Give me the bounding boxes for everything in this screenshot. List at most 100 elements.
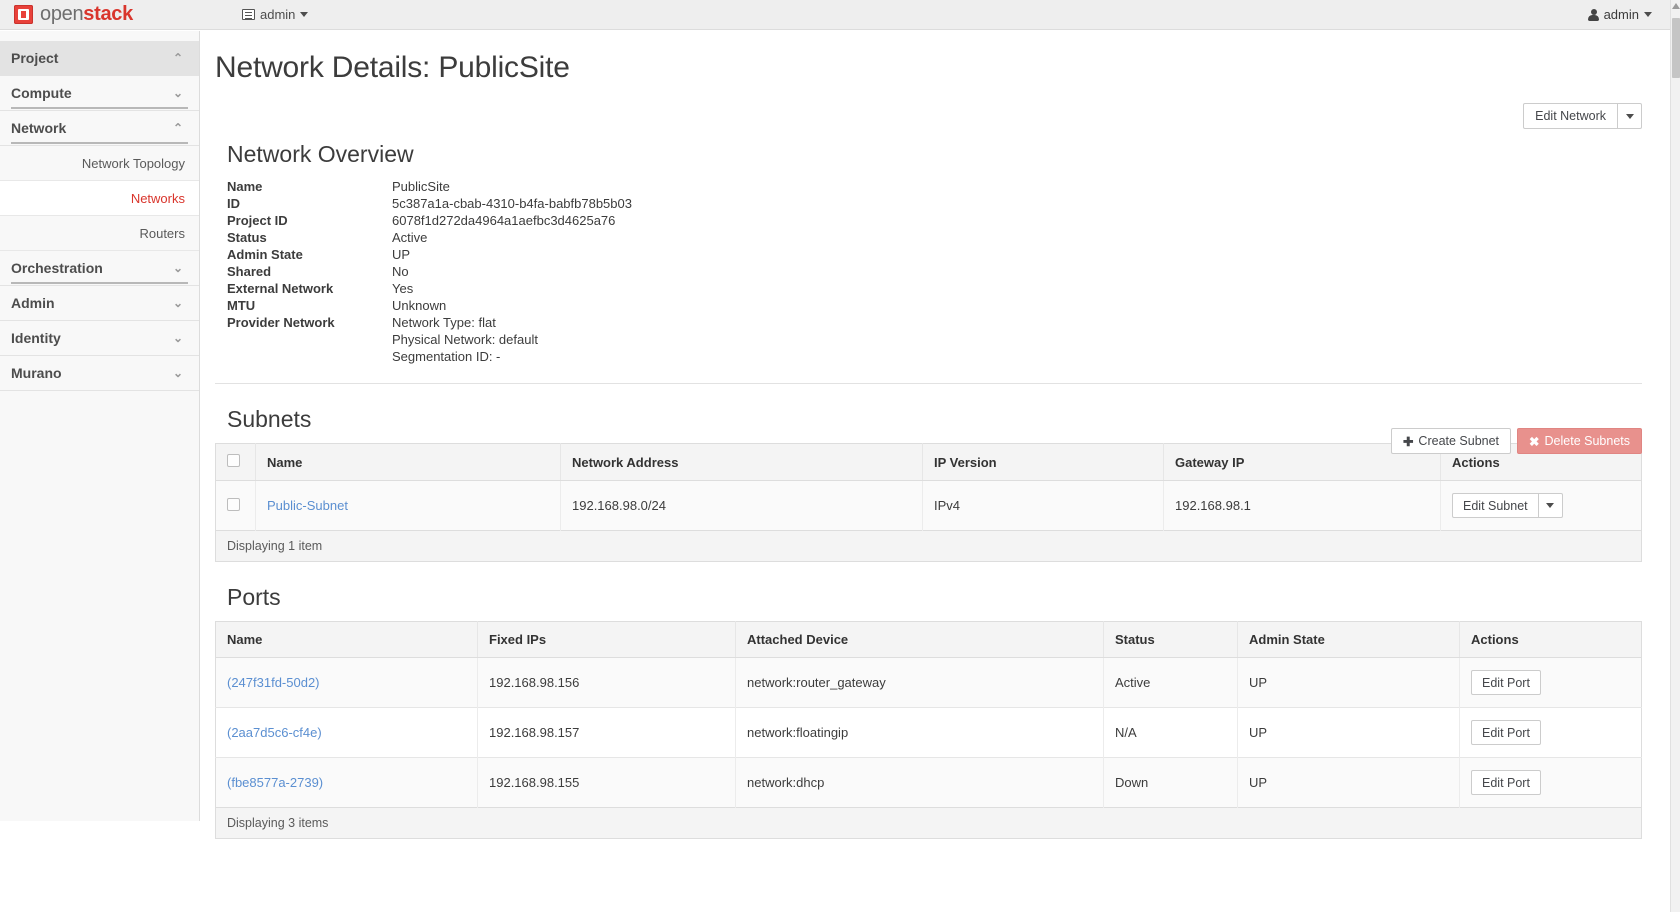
chevron-down-icon: [1644, 12, 1652, 17]
overview-value: UP: [392, 247, 411, 262]
port-link[interactable]: (247f31fd-50d2): [227, 675, 320, 690]
sidebar-item-identity[interactable]: Identity ⌄: [0, 321, 199, 356]
overview-value: Unknown: [392, 298, 447, 313]
chevron-down-icon: [1625, 113, 1634, 119]
cell-port-name: (fbe8577a-2739): [215, 757, 478, 808]
project-switcher-label: admin: [260, 7, 296, 22]
column-header-attached-device[interactable]: Attached Device: [735, 621, 1104, 658]
cell-admin-state: UP: [1237, 657, 1460, 708]
table-row: (247f31fd-50d2) 192.168.98.156 network:r…: [215, 657, 1642, 708]
edit-port-button[interactable]: Edit Port: [1471, 670, 1541, 695]
sidebar-item-label: Orchestration: [11, 260, 103, 276]
cell-fixed-ips: 192.168.98.155: [477, 757, 736, 808]
edit-subnet-button[interactable]: Edit Subnet: [1452, 493, 1539, 518]
page-scrollbar[interactable]: [1670, 0, 1680, 912]
user-icon: [1587, 8, 1599, 21]
overview-value: Segmentation ID: -: [392, 349, 501, 364]
ports-heading: Ports: [227, 584, 281, 610]
subnet-link[interactable]: Public-Subnet: [267, 498, 348, 513]
edit-network-dropdown-toggle[interactable]: [1618, 103, 1642, 129]
edit-network-button[interactable]: Edit Network: [1523, 103, 1618, 129]
sidebar-item-networks[interactable]: Networks: [0, 181, 199, 216]
sidebar-item-orchestration[interactable]: Orchestration ⌄: [0, 251, 199, 286]
edit-port-button[interactable]: Edit Port: [1471, 720, 1541, 745]
chevron-down-icon: ⌄: [172, 366, 183, 380]
overview-value: Active: [392, 230, 428, 245]
cell-network-address: 192.168.98.0/24: [560, 480, 923, 531]
cell-fixed-ips: 192.168.98.157: [477, 707, 736, 758]
port-link[interactable]: (fbe8577a-2739): [227, 775, 323, 790]
create-subnet-button[interactable]: ✚ Create Subnet: [1390, 428, 1512, 454]
sidebar-item-routers[interactable]: Routers: [0, 216, 199, 251]
ports-table: Name Fixed IPs Attached Device Status Ad…: [215, 621, 1642, 808]
column-header-ip-version[interactable]: IP Version: [922, 443, 1164, 481]
overview-key: Name: [227, 179, 263, 194]
overview-key: Project ID: [227, 213, 288, 228]
sidebar-item-murano[interactable]: Murano ⌄: [0, 356, 199, 391]
times-icon: ✖: [1529, 434, 1540, 449]
page-actions: Edit Network: [215, 103, 1642, 129]
column-header-fixed-ips[interactable]: Fixed IPs: [477, 621, 736, 658]
brand-open-text: open: [40, 3, 84, 25]
sidebar-item-label: Network: [11, 120, 67, 136]
cell-status: Active: [1103, 657, 1238, 708]
chevron-down-icon: [1546, 503, 1555, 508]
user-menu[interactable]: admin: [1587, 7, 1652, 22]
ports-table-footer: Displaying 3 items: [215, 808, 1642, 839]
main-content: Network Details: PublicSite Edit Network…: [201, 31, 1670, 912]
openstack-logo[interactable]: openstack: [14, 3, 184, 26]
cell-fixed-ips: 192.168.98.156: [477, 657, 736, 708]
openstack-mark-icon: [14, 5, 33, 24]
delete-subnets-label: Delete Subnets: [1544, 434, 1630, 448]
column-header-name[interactable]: Name: [255, 443, 561, 481]
cell-admin-state: UP: [1237, 757, 1460, 808]
row-checkbox[interactable]: [227, 497, 240, 511]
chevron-down-icon: ⌄: [172, 296, 183, 310]
cell-actions: Edit Port: [1459, 707, 1642, 758]
cell-gateway-ip: 192.168.98.1: [1163, 480, 1441, 531]
sidebar-item-admin[interactable]: Admin ⌄: [0, 286, 199, 321]
edit-port-button[interactable]: Edit Port: [1471, 770, 1541, 795]
select-all-checkbox[interactable]: [227, 454, 240, 467]
create-subnet-label: Create Subnet: [1418, 434, 1500, 448]
brand-stack-text: stack: [83, 3, 133, 25]
column-header-network-address[interactable]: Network Address: [560, 443, 923, 481]
project-switcher[interactable]: admin: [242, 7, 309, 22]
sidebar-item-label: Compute: [11, 85, 72, 101]
overview-key: External Network: [227, 281, 334, 296]
port-link[interactable]: (2aa7d5c6-cf4e): [227, 725, 322, 740]
edit-subnet-dropdown-toggle[interactable]: [1538, 493, 1563, 518]
overview-key: MTU: [227, 298, 256, 313]
section-divider: [215, 383, 1642, 384]
cell-actions: Edit Port: [1459, 757, 1642, 808]
table-row: (2aa7d5c6-cf4e) 192.168.98.157 network:f…: [215, 707, 1642, 758]
scroll-up-arrow-icon[interactable]: [1672, 3, 1680, 9]
column-header-admin-state[interactable]: Admin State: [1237, 621, 1460, 658]
chevron-down-icon: ⌄: [172, 86, 183, 100]
cell-port-name: (247f31fd-50d2): [215, 657, 478, 708]
subnets-table-footer: Displaying 1 item: [215, 531, 1642, 562]
sidebar-item-label: Admin: [11, 295, 55, 311]
overview-value: Physical Network: default: [392, 332, 538, 347]
scrollbar-thumb[interactable]: [1672, 18, 1680, 78]
cell-subnet-name: Public-Subnet: [255, 480, 561, 531]
sidebar-item-label: Murano: [11, 365, 62, 381]
sidebar-item-project[interactable]: Project ⌃: [0, 41, 199, 76]
chevron-up-icon: ⌃: [172, 51, 183, 65]
column-header-status[interactable]: Status: [1103, 621, 1238, 658]
network-overview-heading: Network Overview: [227, 141, 414, 167]
overview-key: Admin State: [227, 247, 303, 262]
column-header-name[interactable]: Name: [215, 621, 478, 658]
cell-actions: Edit Port: [1459, 657, 1642, 708]
sidebar-item-compute[interactable]: Compute ⌄: [0, 76, 199, 111]
sidebar-item-network[interactable]: Network ⌃: [0, 111, 199, 146]
user-menu-label: admin: [1603, 7, 1639, 22]
page-title: Network Details: PublicSite: [215, 51, 570, 84]
overview-keys: Name ID Project ID Status Admin State Sh…: [227, 178, 392, 365]
cell-attached-device: network:dhcp: [735, 757, 1104, 808]
delete-subnets-button[interactable]: ✖ Delete Subnets: [1517, 428, 1642, 454]
chevron-down-icon: ⌄: [172, 261, 183, 275]
top-navbar: openstack admin admin: [0, 0, 1670, 30]
sidebar-item-network-topology[interactable]: Network Topology: [0, 146, 199, 181]
overview-value: PublicSite: [392, 179, 450, 194]
